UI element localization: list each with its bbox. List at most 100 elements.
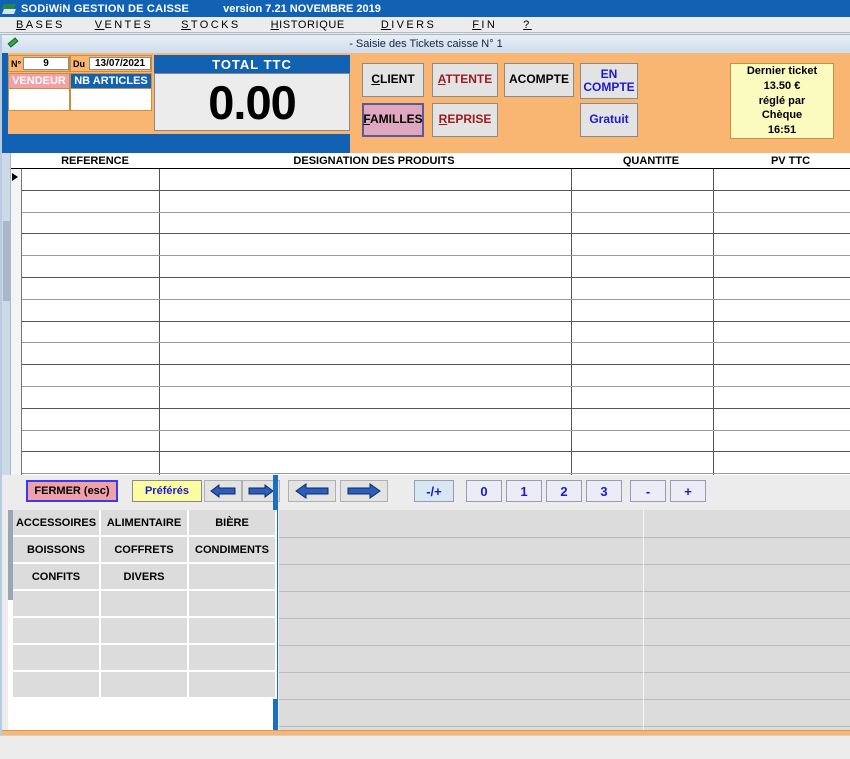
table-row[interactable] [22,278,850,300]
family-category-grid: ACCESSOIRES ALIMENTAIRE BIÈRE BOISSONS COFFR… [8,510,277,730]
menu-item-stocks[interactable]: STOCKS [181,19,240,31]
app-title: SODiWiN GESTION DE CAISSE [21,2,190,15]
client-button[interactable]: CLIENT [362,63,424,97]
category-button-condiments[interactable]: CONDIMENTS [189,537,277,564]
inner-window-title: - Saisie des Tickets caisse N° 1 [349,38,503,50]
table-row[interactable] [22,343,850,366]
articles-next-button[interactable] [340,480,388,502]
preferes-button[interactable]: Préférés [132,480,202,502]
key-plusminus[interactable]: -/+ [414,480,454,502]
ticket-date-group: Du 13/07/2021 [70,55,152,72]
table-row[interactable] [22,387,850,409]
key-minus[interactable]: - [630,480,666,502]
articles-prev-button[interactable] [288,480,336,502]
en-compte-button[interactable]: EN COMPTE [580,63,638,99]
category-button-divers[interactable]: DIVERS [101,564,189,591]
table-row[interactable] [22,452,850,475]
menu-bar: BASES VENTES STOCKS HISTORIQUE DIVERS FI… [0,17,850,33]
key-0[interactable]: 0 [466,480,502,502]
app-version: version 7.21 NOVEMBRE 2019 [223,2,381,15]
grid-row-line [279,618,850,619]
ticket-entry-window: - Saisie des Tickets caisse N° 1 N° 9 Du… [0,34,850,759]
total-ttc-value: 0.00 [154,73,350,131]
nb-articles-value[interactable] [70,89,152,111]
key-1[interactable]: 1 [506,480,542,502]
current-row-indicator-icon [12,173,18,181]
menu-item-bases[interactable]: BASES [16,19,65,31]
grid-row-line [279,645,850,646]
vendeur-value[interactable] [8,89,70,111]
acompte-button[interactable]: ACOMPTE [504,63,574,97]
table-row[interactable] [22,322,850,344]
category-button-empty [189,564,277,591]
table-scrollbar[interactable] [2,153,11,475]
category-button-boissons[interactable]: BOISSONS [13,537,101,564]
arrow-right-icon [248,484,274,498]
table-row[interactable] [22,213,850,235]
last-ticket-payment: Chèque [761,109,803,122]
products-table: REFERENCE DESIGNATION DES PRODUITS QUANT… [2,153,850,475]
key-2[interactable]: 2 [546,480,582,502]
grid-row-line [279,726,850,727]
attente-button[interactable]: ATTENTE [432,63,498,97]
grid-row-line [279,672,850,673]
table-row[interactable] [22,169,850,191]
category-button-empty [13,591,101,618]
key-3[interactable]: 3 [586,480,622,502]
category-button-empty [13,645,101,672]
arrow-left-icon [210,484,236,498]
category-button-empty [189,618,277,645]
category-button-accessoires[interactable]: ACCESSOIRES [13,510,101,537]
grid-row-line [279,699,850,700]
title-bar: SODiWiN GESTION DE CAISSE version 7.21 N… [0,0,850,17]
familles-prev-button[interactable] [204,480,242,502]
menu-item-help[interactable]: ? [523,19,532,31]
grid-column-line [643,510,644,730]
table-row[interactable] [22,256,850,278]
menu-item-fin[interactable]: FIN [472,19,497,31]
category-button-confits[interactable]: CONFITS [13,564,101,591]
ticket-date-input[interactable]: 13/07/2021 [89,57,151,70]
grid-row-line [279,591,850,592]
category-button-alimentaire[interactable]: ALIMENTAIRE [101,510,189,537]
familles-button[interactable]: FAMILLES [362,103,424,137]
header-blue-bar [2,134,350,153]
last-ticket-amount: 13.50 € [763,79,801,92]
table-header-row: REFERENCE DESIGNATION DES PRODUITS QUANT… [11,153,850,169]
menu-item-divers[interactable]: DIVERS [381,19,436,31]
category-button-coffrets[interactable]: COFFRETS [101,537,189,564]
menu-item-ventes[interactable]: VENTES [95,19,153,31]
table-scrollbar-thumb[interactable] [3,221,10,301]
table-row[interactable] [22,409,850,431]
table-row[interactable] [22,365,850,387]
table-row[interactable] [22,191,850,213]
navigation-strip: FERMER (esc) Préférés -/+ 0 1 2 3 - + [2,475,850,507]
header-band: N° 9 Du 13/07/2021 VENDEUR NB ARTICLES T… [2,53,850,153]
arrow-left-icon [295,483,329,499]
reprise-button[interactable]: REPRISE [432,103,498,137]
ticket-number-input[interactable]: 9 [23,57,69,70]
column-header-quantite: QUANTITE [622,154,680,167]
column-header-designation: DESIGNATION DES PRODUITS [293,154,455,167]
category-button-empty [189,672,277,699]
table-row[interactable] [22,234,850,257]
grid-row-line [279,537,850,538]
fermer-button[interactable]: FERMER (esc) [26,480,118,502]
grid-row-line [279,564,850,565]
table-row[interactable] [22,431,850,453]
category-button-bi-re[interactable]: BIÈRE [189,510,277,537]
category-button-empty [101,672,189,699]
last-ticket-time: 16:51 [767,124,797,137]
table-row-selector-column [11,153,22,475]
last-ticket-info: Dernier ticket 13.50 € réglé par Chèque … [730,63,834,139]
status-bar [0,735,850,759]
last-ticket-line1: Dernier ticket [746,64,818,77]
gratuit-button[interactable]: Gratuit [580,103,638,137]
menu-item-historique[interactable]: HISTORIQUE [271,19,345,31]
table-row[interactable] [22,300,850,322]
application-window: SODiWiN GESTION DE CAISSE version 7.21 N… [0,0,850,759]
column-header-reference: REFERENCE [61,154,129,167]
key-plus[interactable]: + [670,480,706,502]
app-window-icon [2,3,16,15]
table-body [22,169,850,475]
